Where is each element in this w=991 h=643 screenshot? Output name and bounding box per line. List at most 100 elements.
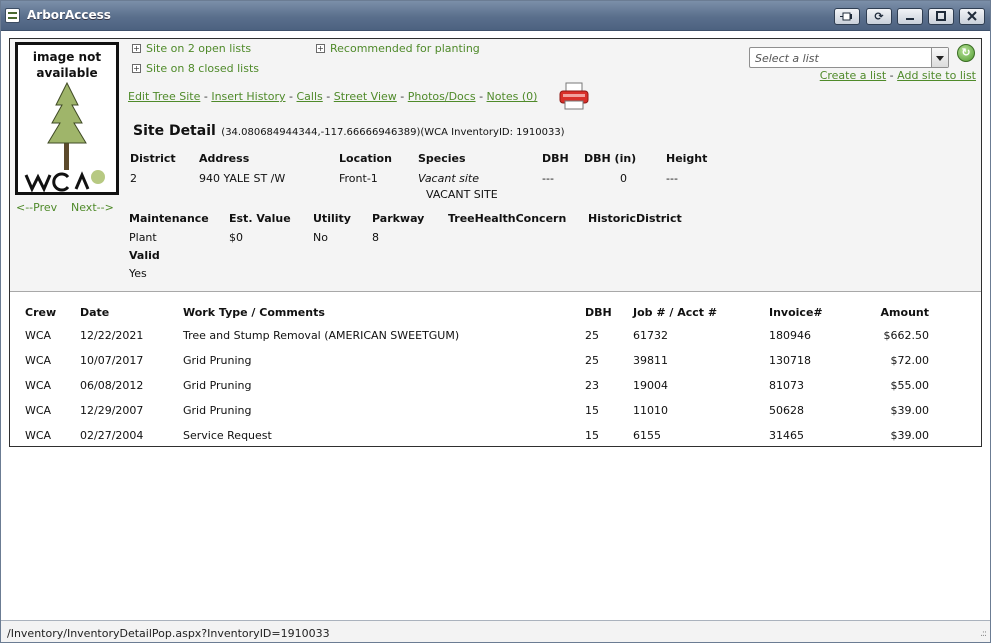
crew-cell: WCA <box>25 329 52 342</box>
amount-cell: $662.50 <box>883 329 930 342</box>
height-value: --- <box>666 172 678 185</box>
est-value-value: $0 <box>229 231 243 244</box>
job-cell: 39811 <box>633 354 668 367</box>
minimize-icon <box>906 18 914 20</box>
popup-window: ArborAccess ⟳ image not available <--Pre… <box>0 0 991 643</box>
expand-icon: + <box>316 44 325 53</box>
printer-icon[interactable] <box>559 82 589 110</box>
crew-cell: WCA <box>25 354 52 367</box>
add-site-to-list-link[interactable]: Add site to list <box>897 69 976 82</box>
site-coordinates: (34.080684944344,-117.66666946389)(WCA I… <box>221 127 565 138</box>
work-type-cell: Tree and Stump Removal (AMERICAN SWEETGU… <box>183 329 460 342</box>
notes-link[interactable]: Notes (0) <box>487 90 538 103</box>
reload-icon: ⟳ <box>874 10 884 23</box>
height-header: Height <box>666 152 708 165</box>
separator: - <box>479 90 484 103</box>
district-header: District <box>130 152 176 165</box>
est-value-header: Est. Value <box>229 212 291 225</box>
action-links: Edit Tree Site - Insert History - Calls … <box>128 90 537 103</box>
invoice-cell: 31465 <box>769 429 804 442</box>
expand-icon: + <box>132 44 141 53</box>
job-acct-column-header: Job # / Acct # <box>633 305 718 319</box>
dbh-column-header: DBH <box>585 305 612 319</box>
list-actions: Create a list - Add site to list <box>820 69 976 82</box>
maximize-icon <box>936 11 946 21</box>
separator: - <box>889 69 894 82</box>
separator: - <box>400 90 405 103</box>
invoice-cell: 180946 <box>769 329 811 342</box>
insert-history-link[interactable]: Insert History <box>211 90 285 103</box>
amount-cell: $39.00 <box>890 404 930 417</box>
close-button[interactable] <box>959 8 985 25</box>
dbh-cell: 15 <box>585 429 599 442</box>
parkway-value: 8 <box>372 231 379 244</box>
historic-district-header: HistoricDistrict <box>588 212 682 225</box>
date-cell: 06/08/2012 <box>80 379 144 392</box>
close-icon <box>967 11 977 21</box>
site-panel: image not available <--Prev Next--> + Sit… <box>10 39 981 292</box>
table-row: WCA 12/29/2007 Grid Pruning 15 11010 506… <box>10 398 929 423</box>
dbh-cell: 25 <box>585 354 599 367</box>
tree-photo-placeholder[interactable]: image not available <box>15 42 119 195</box>
job-cell: 6155 <box>633 429 661 442</box>
date-cell: 10/07/2017 <box>80 354 144 367</box>
next-link[interactable]: Next--> <box>71 201 114 214</box>
list-select-placeholder: Select a list <box>755 52 819 65</box>
list-select[interactable]: Select a list <box>749 47 949 68</box>
crew-cell: WCA <box>25 379 52 392</box>
species-value: Vacant site <box>418 172 479 185</box>
dbh-value: --- <box>542 172 554 185</box>
dbh-in-value: 0 <box>620 172 627 185</box>
address-value: 940 YALE ST /W <box>199 172 286 185</box>
tree-health-concern-header: TreeHealthConcern <box>448 212 567 225</box>
job-cell: 11010 <box>633 404 668 417</box>
title-bar[interactable]: ArborAccess ⟳ <box>1 1 990 31</box>
create-list-link[interactable]: Create a list <box>820 69 886 82</box>
reload-button[interactable]: ⟳ <box>866 8 892 25</box>
separator: - <box>289 90 293 103</box>
refresh-icon[interactable]: ↻ <box>957 44 975 62</box>
edit-tree-site-link[interactable]: Edit Tree Site <box>128 90 200 103</box>
valid-value: Yes <box>129 267 147 280</box>
utility-value: No <box>313 231 328 244</box>
invoice-cell: 130718 <box>769 354 811 367</box>
species-common-name: VACANT SITE <box>426 188 498 201</box>
job-cell: 61732 <box>633 329 668 342</box>
pin-button[interactable] <box>834 8 860 25</box>
app-icon <box>5 8 20 23</box>
minimize-button[interactable] <box>897 8 923 25</box>
amount-cell: $39.00 <box>890 429 930 442</box>
separator: - <box>203 90 208 103</box>
pin-icon <box>840 12 852 21</box>
date-cell: 02/27/2004 <box>80 429 144 442</box>
resize-grip-icon[interactable]: .:: <box>980 629 987 639</box>
status-url: /Inventory/InventoryDetailPop.aspx?Inven… <box>7 627 330 640</box>
dbh-cell: 25 <box>585 329 599 342</box>
job-cell: 19004 <box>633 379 668 392</box>
district-value: 2 <box>130 172 137 185</box>
street-view-link[interactable]: Street View <box>334 90 397 103</box>
maximize-button[interactable] <box>928 8 954 25</box>
valid-header: Valid <box>129 249 160 262</box>
recommended-toggle[interactable]: + Recommended for planting <box>316 42 480 55</box>
date-cell: 12/22/2021 <box>80 329 144 342</box>
chevron-down-icon[interactable] <box>931 48 948 67</box>
site-detail-heading: Site Detail (34.080684944344,-117.666669… <box>133 123 565 139</box>
prev-link[interactable]: <--Prev <box>16 201 57 214</box>
content-area: image not available <--Prev Next--> + Sit… <box>9 38 982 447</box>
address-header: Address <box>199 152 250 165</box>
photos-docs-link[interactable]: Photos/Docs <box>408 90 476 103</box>
closed-lists-toggle[interactable]: + Site on 8 closed lists <box>132 62 259 75</box>
table-row: WCA 12/22/2021 Tree and Stump Removal (A… <box>10 323 929 348</box>
table-row: WCA 06/08/2012 Grid Pruning 23 19004 810… <box>10 373 929 398</box>
crew-column-header: Crew <box>25 305 57 319</box>
open-lists-toggle[interactable]: + Site on 2 open lists <box>132 42 251 55</box>
dbh-in-header: DBH (in) <box>584 152 637 165</box>
invoice-cell: 81073 <box>769 379 804 392</box>
work-type-cell: Service Request <box>183 429 272 442</box>
date-column-header: Date <box>80 305 110 319</box>
invoice-cell: 50628 <box>769 404 804 417</box>
location-value: Front-1 <box>339 172 378 185</box>
calls-link[interactable]: Calls <box>297 90 323 103</box>
window-title: ArborAccess <box>27 8 111 22</box>
